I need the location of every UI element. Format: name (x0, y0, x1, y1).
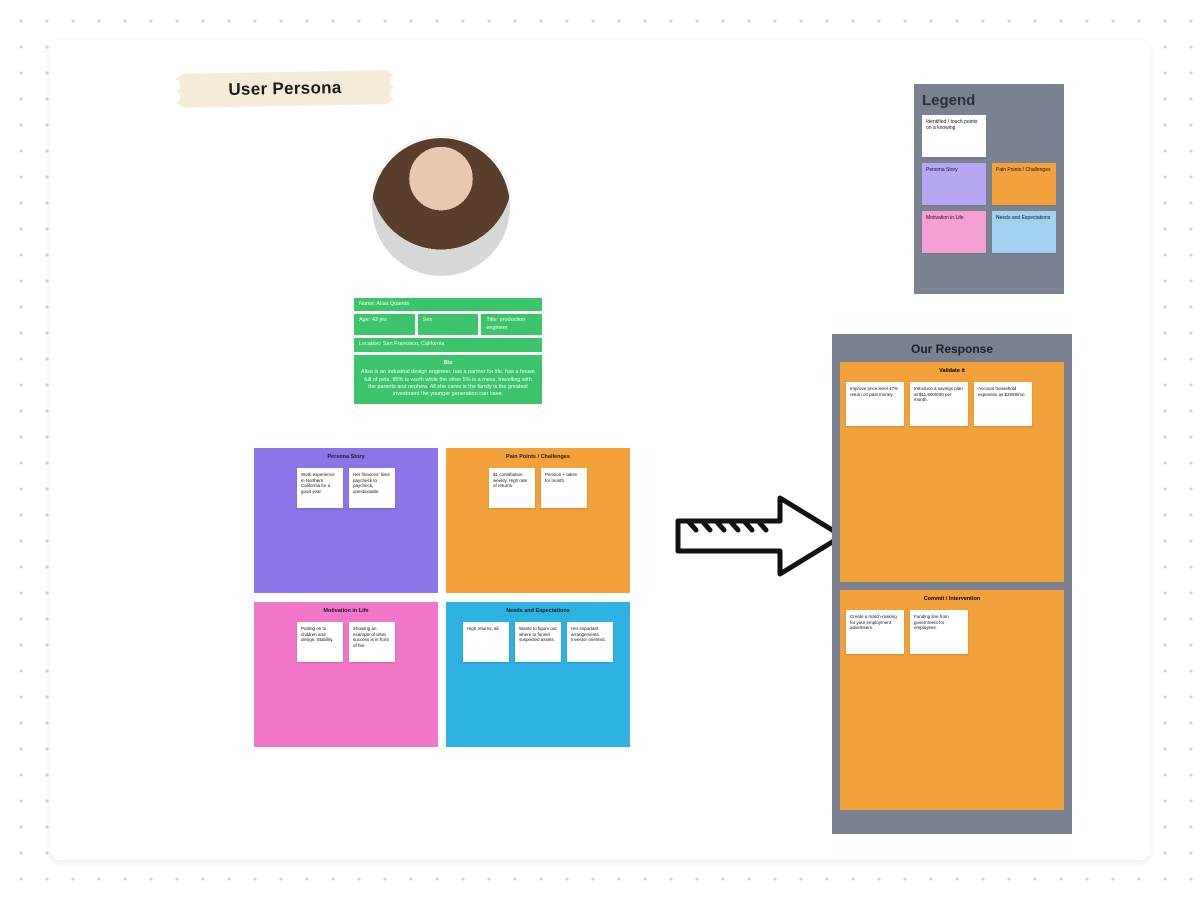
legend-heading: Legend (922, 92, 1056, 109)
quadrant-heading: Pain Points / Challenges (452, 454, 624, 460)
info-location: Location: San Francisco, California (354, 338, 542, 351)
quadrant-heading: Persona Story (260, 454, 432, 460)
legend-item[interactable]: Needs and Expectations (992, 211, 1056, 253)
sticky-note[interactable]: Showing an example of what success is in… (349, 622, 395, 662)
title-banner[interactable]: User Persona (180, 70, 391, 108)
sticky-note[interactable]: Putting on to children and design. Stabi… (297, 622, 343, 662)
response-section-validate[interactable]: Validate it Improve price level 47% retu… (840, 362, 1064, 582)
bio-heading: Bio (361, 360, 535, 367)
persona-avatar[interactable] (370, 136, 512, 278)
info-age: Age: 43 yrs (354, 314, 415, 335)
info-bio: Bio Alisa is an industrial design engine… (354, 355, 542, 404)
legend-panel[interactable]: Legend Identified / touch points on a kn… (914, 84, 1064, 294)
quadrant-heading: Motivation in Life (260, 608, 432, 614)
sticky-note[interactable]: Pension + taken for month. (541, 468, 587, 508)
response-panel[interactable]: Our Response Validate it Improve price l… (832, 334, 1072, 834)
sticky-note[interactable]: Work experience in Northern California f… (297, 468, 343, 508)
info-sex: Sex (418, 314, 479, 335)
legend-item[interactable]: Persona Story (922, 163, 986, 205)
response-section-commit[interactable]: Commit / Intervention Create a match-mak… (840, 590, 1064, 810)
sticky-note[interactable]: Wants to figure out where to funnel susp… (515, 622, 561, 662)
response-section-heading: Commit / Intervention (846, 596, 1058, 602)
legend-item[interactable]: Identified / touch points on a knowing (922, 115, 986, 157)
whiteboard-canvas[interactable]: User Persona Name: Alisa Quando Age: 43 … (50, 40, 1150, 860)
sticky-note[interactable]: Her finances: lives paycheck to paycheck… (349, 468, 395, 508)
info-name: Name: Alisa Quando (354, 298, 542, 311)
persona-info-block[interactable]: Name: Alisa Quando Age: 43 yrs Sex Title… (354, 298, 542, 404)
quadrant-needs[interactable]: Needs and Expectations High returns, all… (446, 602, 630, 747)
sticky-note[interactable]: Introduce a savings plan at $11,500/830 … (910, 382, 968, 426)
sticky-note[interactable]: High returns, all. (463, 622, 509, 662)
title-text: User Persona (228, 78, 342, 100)
quadrant-pain-points[interactable]: Pain Points / Challenges $1 contribution… (446, 448, 630, 593)
quadrant-heading: Needs and Expectations (452, 608, 624, 614)
bio-text: Alisa is an industrial design engineer, … (361, 369, 535, 397)
sticky-note[interactable]: Create a match-making for your employmen… (846, 610, 904, 654)
sticky-note[interactable]: Improve price level 47% return on past m… (846, 382, 904, 426)
legend-item[interactable]: Pain Points / Challenges (992, 163, 1056, 205)
sticky-note[interactable]: Her important arrangements. Investor ori… (567, 622, 613, 662)
response-heading: Our Response (840, 342, 1064, 356)
legend-item[interactable]: Motivation in Life (922, 211, 986, 253)
quadrant-motivation[interactable]: Motivation in Life Putting on to childre… (254, 602, 438, 747)
response-section-heading: Validate it (846, 368, 1058, 374)
info-title: Title: production engineer (481, 314, 542, 335)
sticky-note[interactable]: $1 contribution weekly. High rate of ret… (489, 468, 535, 508)
arrow-icon[interactable] (670, 486, 850, 586)
sticky-note[interactable]: Funding line from government for employe… (910, 610, 968, 654)
quadrant-persona-story[interactable]: Persona Story Work experience in Norther… (254, 448, 438, 593)
sticky-note[interactable]: Account household expenses as $2559/mo. (974, 382, 1032, 426)
